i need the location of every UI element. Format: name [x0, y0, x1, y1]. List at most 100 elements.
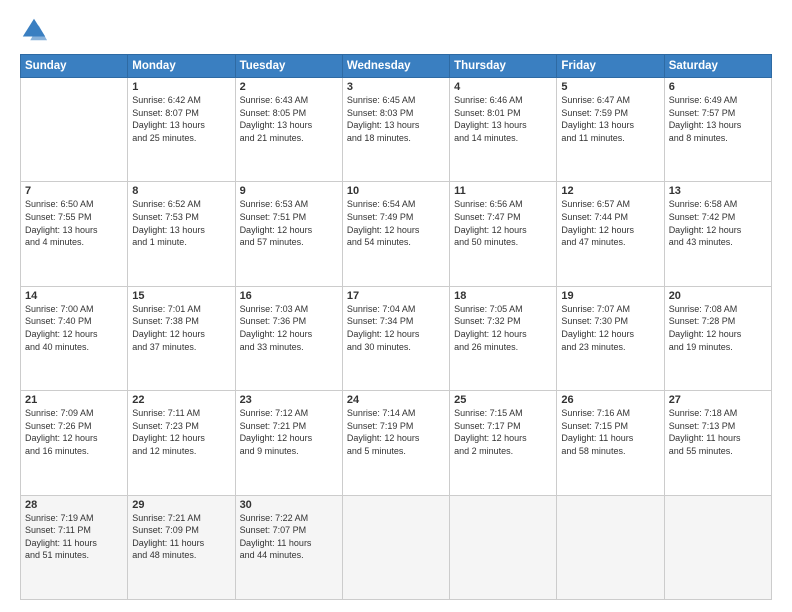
week-row-1: 7Sunrise: 6:50 AM Sunset: 7:55 PM Daylig… [21, 182, 772, 286]
week-row-0: 1Sunrise: 6:42 AM Sunset: 8:07 PM Daylig… [21, 78, 772, 182]
day-number: 2 [240, 81, 338, 93]
day-number: 25 [454, 394, 552, 406]
week-row-4: 28Sunrise: 7:19 AM Sunset: 7:11 PM Dayli… [21, 495, 772, 599]
day-number: 30 [240, 499, 338, 511]
day-number: 17 [347, 290, 445, 302]
day-info: Sunrise: 6:58 AM Sunset: 7:42 PM Dayligh… [669, 198, 767, 248]
day-info: Sunrise: 7:12 AM Sunset: 7:21 PM Dayligh… [240, 407, 338, 457]
day-number: 10 [347, 185, 445, 197]
day-info: Sunrise: 7:07 AM Sunset: 7:30 PM Dayligh… [561, 303, 659, 353]
calendar-cell: 25Sunrise: 7:15 AM Sunset: 7:17 PM Dayli… [450, 391, 557, 495]
calendar-cell: 8Sunrise: 6:52 AM Sunset: 7:53 PM Daylig… [128, 182, 235, 286]
day-info: Sunrise: 6:56 AM Sunset: 7:47 PM Dayligh… [454, 198, 552, 248]
day-number: 5 [561, 81, 659, 93]
day-info: Sunrise: 6:54 AM Sunset: 7:49 PM Dayligh… [347, 198, 445, 248]
weekday-tuesday: Tuesday [235, 55, 342, 78]
calendar-cell [450, 495, 557, 599]
weekday-wednesday: Wednesday [342, 55, 449, 78]
day-number: 11 [454, 185, 552, 197]
day-number: 29 [132, 499, 230, 511]
page: SundayMondayTuesdayWednesdayThursdayFrid… [0, 0, 792, 612]
day-info: Sunrise: 6:45 AM Sunset: 8:03 PM Dayligh… [347, 94, 445, 144]
calendar-cell: 13Sunrise: 6:58 AM Sunset: 7:42 PM Dayli… [664, 182, 771, 286]
calendar-cell [557, 495, 664, 599]
day-info: Sunrise: 6:53 AM Sunset: 7:51 PM Dayligh… [240, 198, 338, 248]
day-info: Sunrise: 7:04 AM Sunset: 7:34 PM Dayligh… [347, 303, 445, 353]
calendar-cell: 20Sunrise: 7:08 AM Sunset: 7:28 PM Dayli… [664, 286, 771, 390]
day-info: Sunrise: 7:11 AM Sunset: 7:23 PM Dayligh… [132, 407, 230, 457]
logo-icon [20, 16, 48, 44]
day-info: Sunrise: 7:01 AM Sunset: 7:38 PM Dayligh… [132, 303, 230, 353]
logo [20, 16, 52, 44]
day-info: Sunrise: 7:15 AM Sunset: 7:17 PM Dayligh… [454, 407, 552, 457]
day-number: 4 [454, 81, 552, 93]
calendar-cell: 22Sunrise: 7:11 AM Sunset: 7:23 PM Dayli… [128, 391, 235, 495]
day-info: Sunrise: 6:50 AM Sunset: 7:55 PM Dayligh… [25, 198, 123, 248]
week-row-3: 21Sunrise: 7:09 AM Sunset: 7:26 PM Dayli… [21, 391, 772, 495]
calendar-cell: 18Sunrise: 7:05 AM Sunset: 7:32 PM Dayli… [450, 286, 557, 390]
day-info: Sunrise: 7:16 AM Sunset: 7:15 PM Dayligh… [561, 407, 659, 457]
day-number: 24 [347, 394, 445, 406]
day-number: 12 [561, 185, 659, 197]
header [20, 16, 772, 44]
calendar-cell: 15Sunrise: 7:01 AM Sunset: 7:38 PM Dayli… [128, 286, 235, 390]
calendar-cell [664, 495, 771, 599]
day-info: Sunrise: 7:08 AM Sunset: 7:28 PM Dayligh… [669, 303, 767, 353]
day-info: Sunrise: 7:03 AM Sunset: 7:36 PM Dayligh… [240, 303, 338, 353]
day-number: 20 [669, 290, 767, 302]
calendar-cell: 27Sunrise: 7:18 AM Sunset: 7:13 PM Dayli… [664, 391, 771, 495]
weekday-friday: Friday [557, 55, 664, 78]
day-info: Sunrise: 6:46 AM Sunset: 8:01 PM Dayligh… [454, 94, 552, 144]
calendar-cell [342, 495, 449, 599]
calendar-table: SundayMondayTuesdayWednesdayThursdayFrid… [20, 54, 772, 600]
day-number: 3 [347, 81, 445, 93]
weekday-saturday: Saturday [664, 55, 771, 78]
calendar-cell: 19Sunrise: 7:07 AM Sunset: 7:30 PM Dayli… [557, 286, 664, 390]
day-number: 8 [132, 185, 230, 197]
day-number: 18 [454, 290, 552, 302]
calendar-cell [21, 78, 128, 182]
day-info: Sunrise: 7:22 AM Sunset: 7:07 PM Dayligh… [240, 512, 338, 562]
calendar-cell: 2Sunrise: 6:43 AM Sunset: 8:05 PM Daylig… [235, 78, 342, 182]
calendar-cell: 26Sunrise: 7:16 AM Sunset: 7:15 PM Dayli… [557, 391, 664, 495]
calendar-cell: 16Sunrise: 7:03 AM Sunset: 7:36 PM Dayli… [235, 286, 342, 390]
day-number: 19 [561, 290, 659, 302]
day-number: 7 [25, 185, 123, 197]
calendar-cell: 4Sunrise: 6:46 AM Sunset: 8:01 PM Daylig… [450, 78, 557, 182]
day-number: 22 [132, 394, 230, 406]
week-row-2: 14Sunrise: 7:00 AM Sunset: 7:40 PM Dayli… [21, 286, 772, 390]
weekday-monday: Monday [128, 55, 235, 78]
day-info: Sunrise: 7:19 AM Sunset: 7:11 PM Dayligh… [25, 512, 123, 562]
day-info: Sunrise: 6:52 AM Sunset: 7:53 PM Dayligh… [132, 198, 230, 248]
calendar-cell: 29Sunrise: 7:21 AM Sunset: 7:09 PM Dayli… [128, 495, 235, 599]
day-number: 13 [669, 185, 767, 197]
calendar-cell: 7Sunrise: 6:50 AM Sunset: 7:55 PM Daylig… [21, 182, 128, 286]
day-number: 26 [561, 394, 659, 406]
calendar-cell: 1Sunrise: 6:42 AM Sunset: 8:07 PM Daylig… [128, 78, 235, 182]
day-info: Sunrise: 6:49 AM Sunset: 7:57 PM Dayligh… [669, 94, 767, 144]
day-number: 16 [240, 290, 338, 302]
calendar-cell: 28Sunrise: 7:19 AM Sunset: 7:11 PM Dayli… [21, 495, 128, 599]
calendar-cell: 9Sunrise: 6:53 AM Sunset: 7:51 PM Daylig… [235, 182, 342, 286]
day-info: Sunrise: 7:21 AM Sunset: 7:09 PM Dayligh… [132, 512, 230, 562]
calendar-cell: 11Sunrise: 6:56 AM Sunset: 7:47 PM Dayli… [450, 182, 557, 286]
weekday-header-row: SundayMondayTuesdayWednesdayThursdayFrid… [21, 55, 772, 78]
day-number: 28 [25, 499, 123, 511]
calendar-cell: 5Sunrise: 6:47 AM Sunset: 7:59 PM Daylig… [557, 78, 664, 182]
day-info: Sunrise: 7:00 AM Sunset: 7:40 PM Dayligh… [25, 303, 123, 353]
day-info: Sunrise: 6:42 AM Sunset: 8:07 PM Dayligh… [132, 94, 230, 144]
day-info: Sunrise: 7:14 AM Sunset: 7:19 PM Dayligh… [347, 407, 445, 457]
day-number: 6 [669, 81, 767, 93]
day-number: 15 [132, 290, 230, 302]
calendar-cell: 17Sunrise: 7:04 AM Sunset: 7:34 PM Dayli… [342, 286, 449, 390]
day-number: 27 [669, 394, 767, 406]
calendar-cell: 14Sunrise: 7:00 AM Sunset: 7:40 PM Dayli… [21, 286, 128, 390]
day-info: Sunrise: 7:18 AM Sunset: 7:13 PM Dayligh… [669, 407, 767, 457]
day-number: 9 [240, 185, 338, 197]
calendar-cell: 6Sunrise: 6:49 AM Sunset: 7:57 PM Daylig… [664, 78, 771, 182]
weekday-sunday: Sunday [21, 55, 128, 78]
calendar-cell: 23Sunrise: 7:12 AM Sunset: 7:21 PM Dayli… [235, 391, 342, 495]
day-info: Sunrise: 7:05 AM Sunset: 7:32 PM Dayligh… [454, 303, 552, 353]
calendar-cell: 24Sunrise: 7:14 AM Sunset: 7:19 PM Dayli… [342, 391, 449, 495]
day-number: 23 [240, 394, 338, 406]
